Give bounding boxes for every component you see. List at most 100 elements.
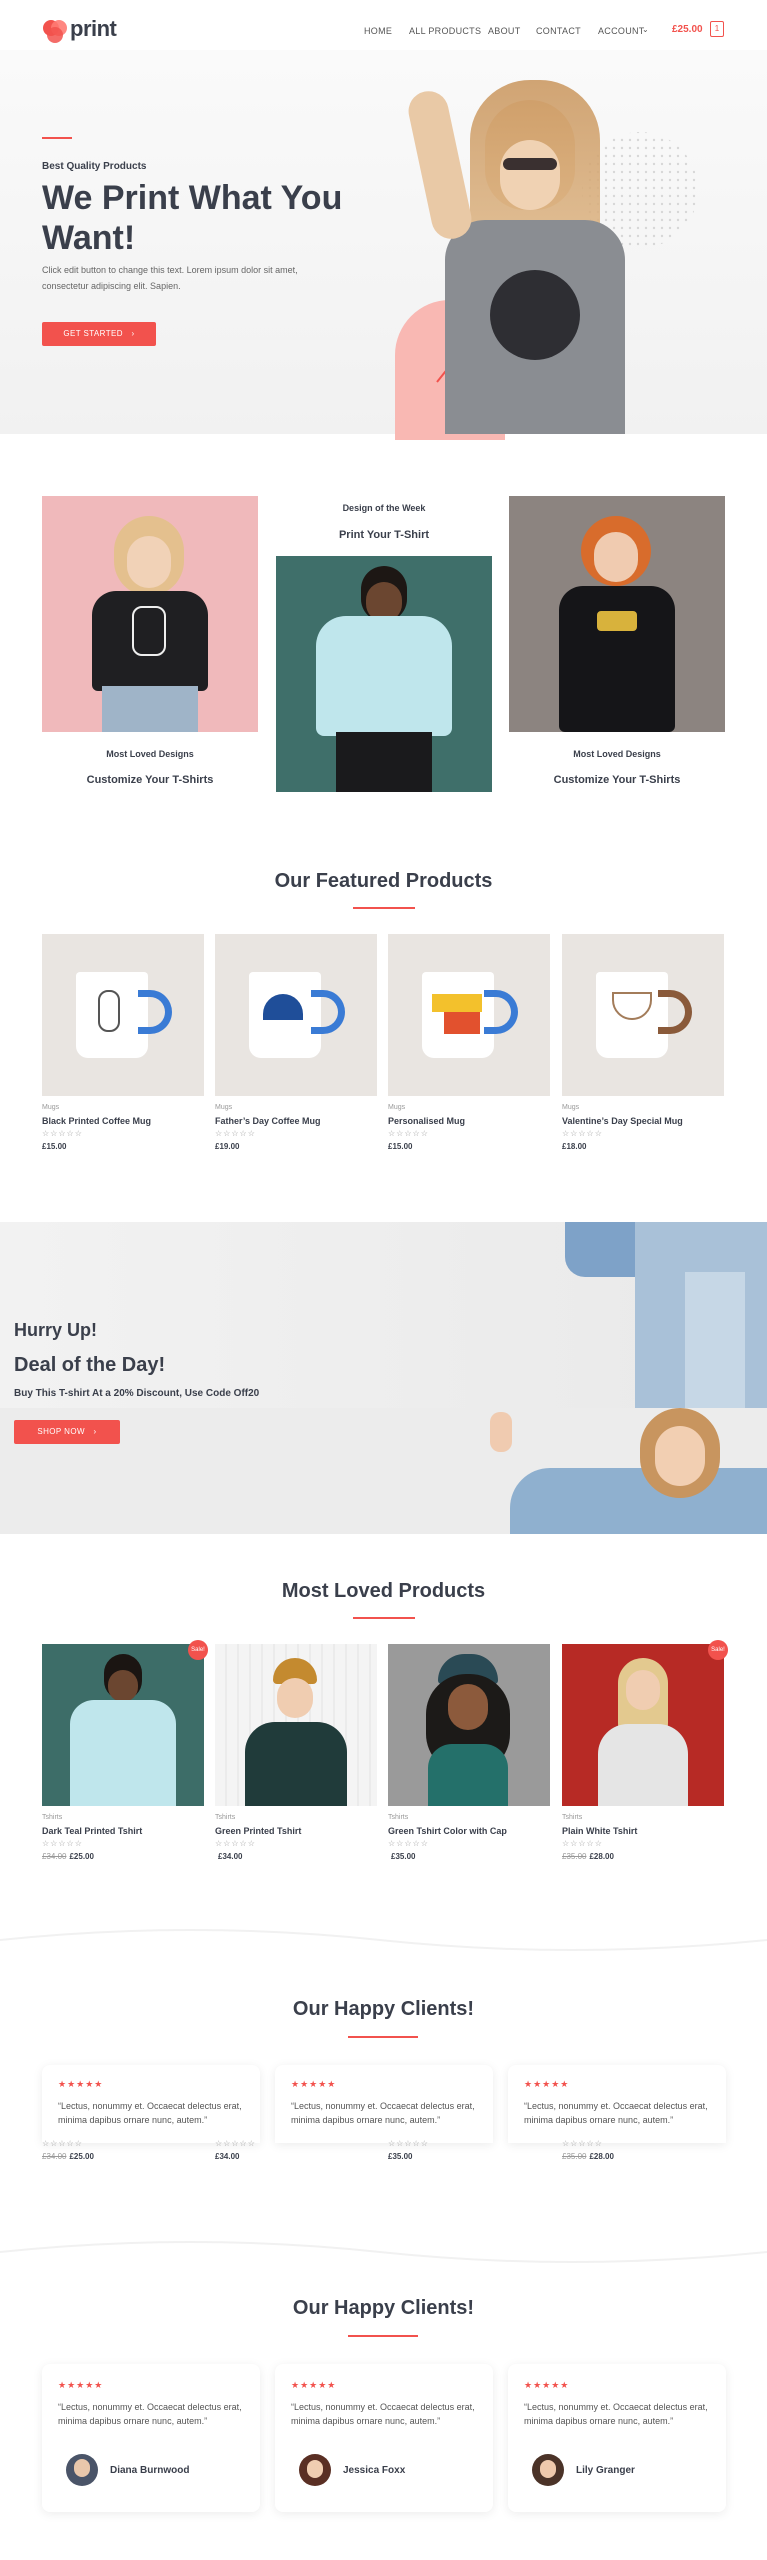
rating-stars: ☆☆☆☆☆ [388,1129,429,1138]
product-image[interactable] [562,1644,724,1806]
shop-now-label: SHOP NOW [37,1427,85,1436]
review-stars: ★★★★★ [58,2079,104,2089]
clients-overlap-title: Our Happy Clients! [292,1998,475,2020]
product-card[interactable]: Mugs Personalised Mug ☆☆☆☆☆ £15.00 [388,934,550,1164]
product-card[interactable]: Tshirts Green Tshirt Color with Cap ☆☆☆☆… [388,1644,550,1869]
nav-all-products[interactable]: ALL PRODUCTS [409,26,481,36]
deal-model-top-image [565,1222,767,1408]
design-center-title: Print Your T-Shirt [338,529,430,541]
avatar [299,2454,331,2486]
review-card: ★★★★★ “Lectus, nonummy et. Occaecat dele… [275,2364,493,2512]
product-image[interactable] [388,934,550,1096]
product-price: £28.00 [589,1852,614,1861]
hero-title: We Print What You Want! [42,179,343,257]
loved-title: Most Loved Products [281,1580,486,1602]
product-name[interactable]: Black Printed Coffee Mug [42,1116,151,1126]
rating-stars: ☆☆☆☆☆ [562,1129,603,1138]
chevron-right-icon: › [93,1427,97,1436]
cart-count: 1 [714,24,720,33]
review-card: ★★★★★ “Lectus, nonummy et. Occaecat dele… [508,2065,726,2143]
avatar [66,2454,98,2486]
product-name[interactable]: Green Tshirt Color with Cap [388,1826,507,1836]
product-category: Tshirts [42,1814,63,1821]
rating-stars: ☆☆☆☆☆ [42,1129,83,1138]
product-card[interactable]: Sale! Tshirts Dark Teal Printed Tshirt ☆… [42,1640,208,1869]
product-card[interactable]: Mugs Father’s Day Coffee Mug ☆☆☆☆☆ £19.0… [215,934,377,1164]
rating-stars: ☆☆☆☆☆ [215,2139,256,2148]
product-category: Mugs [215,1104,233,1111]
product-price: £35.00 [391,1852,416,1861]
nav-contact[interactable]: CONTACT [536,26,581,36]
product-price-wrap: £34.00 [215,1852,242,1861]
product-category: Tshirts [215,1814,236,1821]
product-price-wrap: £34.00 £25.00 [42,2152,94,2161]
review-text: “Lectus, nonummy et. Occaecat delectus e… [524,2402,708,2426]
design-center-image[interactable] [276,556,492,792]
product-name[interactable]: Dark Teal Printed Tshirt [42,1826,142,1836]
product-name[interactable]: Valentine’s Day Special Mug [562,1116,683,1126]
avatar [532,2454,564,2486]
product-card[interactable]: Tshirts Green Printed Tshirt ☆☆☆☆☆ £34.0… [215,1644,377,1869]
product-card[interactable]: Mugs Black Printed Coffee Mug ☆☆☆☆☆ £15.… [42,934,204,1164]
deal-title: Deal of the Day! [14,1354,166,1376]
rating-stars: ☆☆☆☆☆ [562,1839,603,1848]
design-left-image[interactable] [42,496,258,732]
product-price-wrap: £35.00 [388,1852,415,1861]
product-category: Tshirts [562,1814,583,1821]
product-card[interactable]: Sale! Tshirts Plain White Tshirt ☆☆☆☆☆ £… [562,1640,728,1869]
nav-about[interactable]: ABOUT [488,26,521,36]
product-name[interactable]: Personalised Mug [388,1116,465,1126]
shop-now-button[interactable]: SHOP NOW › [14,1420,120,1444]
product-name[interactable]: Father’s Day Coffee Mug [215,1116,321,1126]
product-image[interactable] [42,934,204,1096]
deal-model-bottom-image [480,1408,767,1534]
product-price: £34.00 [215,2152,240,2161]
product-name[interactable]: Green Printed Tshirt [215,1826,301,1836]
product-image[interactable] [42,1644,204,1806]
rating-stars: ☆☆☆☆☆ [388,2139,429,2148]
get-started-label: GET STARTED [63,329,123,338]
nav-account[interactable]: ACCOUNT [598,26,645,36]
featured-title: Our Featured Products [274,870,493,892]
product-image[interactable] [562,934,724,1096]
cart-total[interactable]: £25.00 [672,24,703,35]
product-image[interactable] [215,1644,377,1806]
product-price: £25.00 [69,2152,94,2161]
clients-title: Our Happy Clients! [292,2297,475,2319]
review-text: “Lectus, nonummy et. Occaecat delectus e… [291,2402,475,2426]
clients-overlap-underline [348,2036,418,2038]
product-category: Tshirts [388,1814,409,1821]
sale-badge: Sale! [188,1640,208,1660]
rating-stars: ☆☆☆☆☆ [562,2139,603,2148]
product-name[interactable]: Plain White Tshirt [562,1826,637,1836]
rating-stars: ☆☆☆☆☆ [388,1839,429,1848]
chevron-down-icon[interactable]: ⌄ [642,25,649,34]
product-old-price: £34.00 [42,1852,67,1861]
product-card[interactable]: Mugs Valentine’s Day Special Mug ☆☆☆☆☆ £… [562,934,724,1164]
product-price: £28.00 [589,2152,614,2161]
featured-title-underline [353,907,415,909]
product-category: Mugs [42,1104,60,1111]
client-name: Jessica Foxx [343,2465,406,2476]
clients-title-underline [348,2335,418,2337]
hero-model-image [404,70,655,434]
product-image[interactable] [215,934,377,1096]
wave-divider [0,2241,767,2263]
rating-stars: ☆☆☆☆☆ [42,2139,83,2148]
design-left-title: Customize Your T-Shirts [86,774,214,786]
review-card: ★★★★★ “Lectus, nonummy et. Occaecat dele… [275,2065,493,2143]
product-category: Mugs [562,1104,580,1111]
product-price-wrap: £35.00 £28.00 [562,1852,614,1861]
product-price: £19.00 [215,1142,240,1151]
product-image[interactable] [388,1644,550,1806]
nav-home[interactable]: HOME [364,26,392,36]
review-card: ★★★★★ “Lectus, nonummy et. Occaecat dele… [42,2065,260,2143]
cart-icon[interactable]: 1 [710,21,724,37]
product-price: £15.00 [388,1142,413,1151]
get-started-button[interactable]: GET STARTED › [42,322,156,346]
rating-stars: ☆☆☆☆☆ [215,1839,256,1848]
client-name: Lily Granger [576,2465,635,2476]
logo-icon[interactable] [42,18,68,44]
logo-text[interactable]: print [70,16,117,42]
design-right-image[interactable] [509,496,725,732]
